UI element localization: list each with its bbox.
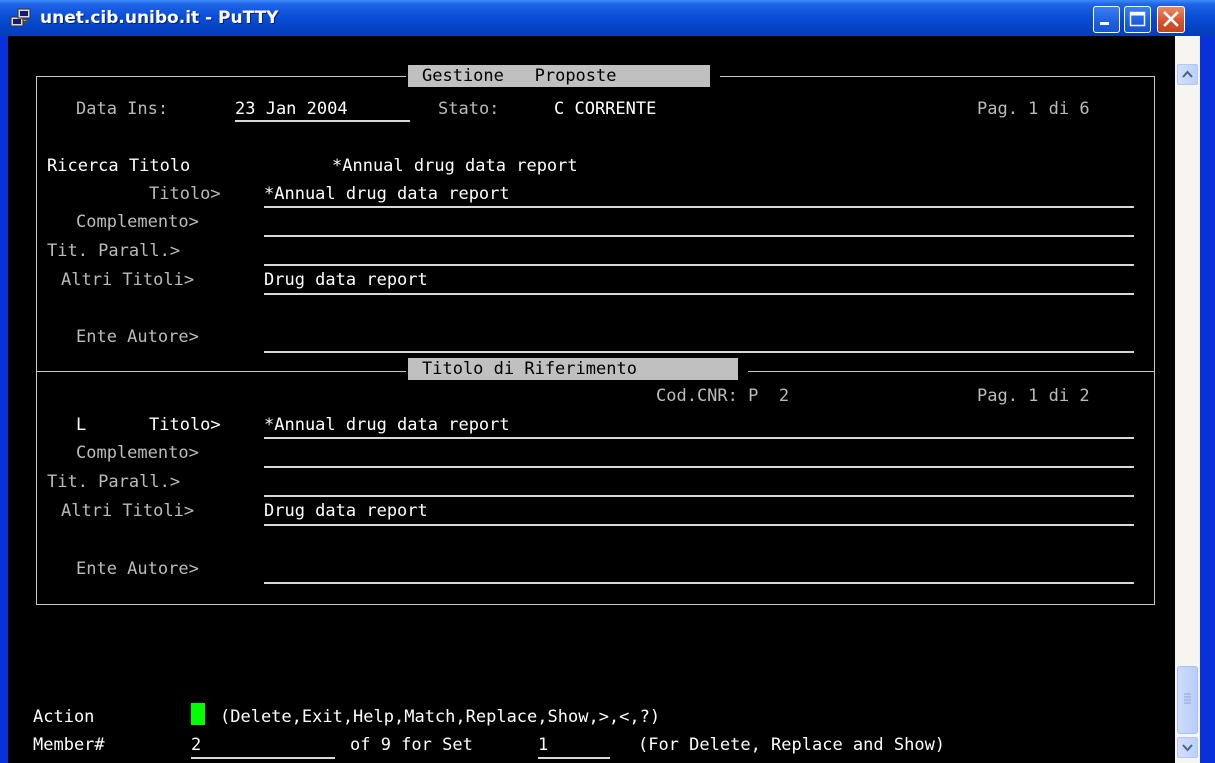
complemento-underline-2 xyxy=(264,466,1134,468)
putty-app-icon[interactable] xyxy=(10,7,32,29)
chevron-up-icon xyxy=(1182,70,1193,78)
frame-bottom xyxy=(36,604,1155,605)
tit-parall-underline-2 xyxy=(264,495,1134,497)
vertical-scrollbar[interactable] xyxy=(1175,36,1200,763)
altri-titoli-underline-1 xyxy=(264,293,1134,295)
text-cursor[interactable] xyxy=(191,703,205,725)
minimize-icon xyxy=(1100,22,1109,25)
titolo-field-1[interactable]: *Annual drug data report xyxy=(264,183,510,205)
member-underline xyxy=(191,757,335,759)
close-icon xyxy=(1163,11,1179,27)
maximize-button[interactable] xyxy=(1124,6,1151,33)
of-set-text: of 9 for Set xyxy=(350,735,473,755)
ente-autore-label-1: Ente Autore> xyxy=(76,327,199,347)
stato-value: C CORRENTE xyxy=(554,99,657,119)
altri-titoli-label-1: Altri Titoli> xyxy=(61,270,195,290)
member-label: Member# xyxy=(33,735,105,755)
frame-mid-right xyxy=(748,371,1154,372)
ente-autore-underline-1 xyxy=(264,351,1134,353)
window-title: unet.cib.unibo.it - PuTTY xyxy=(40,8,279,28)
section-header-gestione: Gestione Proposte xyxy=(408,65,710,87)
frame-top-right xyxy=(720,76,1154,77)
action-options: (Delete,Exit,Help,Match,Replace,Show,>,<… xyxy=(220,707,661,727)
delete-replace-hint: (For Delete, Replace and Show) xyxy=(638,735,946,755)
data-ins-label: Data Ins: xyxy=(76,99,169,119)
cod-cnr: Cod.CNR: P 2 xyxy=(656,386,790,406)
scroll-down-button[interactable] xyxy=(1177,737,1198,758)
tit-parall-underline-1 xyxy=(264,264,1134,266)
ente-autore-underline-2 xyxy=(264,582,1134,584)
window-right-border xyxy=(1200,36,1215,763)
section-header-titolo-riferimento: Titolo di Riferimento xyxy=(408,358,738,380)
scroll-thumb[interactable] xyxy=(1177,666,1198,734)
header-text-proposte: Proposte xyxy=(534,66,617,86)
set-field[interactable]: 1 xyxy=(538,734,548,756)
minimize-button[interactable] xyxy=(1093,6,1120,33)
terminal-screen[interactable]: Gestione Proposte Data Ins: 23 Jan 2004 … xyxy=(8,36,1175,763)
l-marker: L xyxy=(76,415,87,435)
altri-titoli-label-2: Altri Titoli> xyxy=(61,501,195,521)
altri-titoli-underline-2 xyxy=(264,524,1134,526)
frame-top-left xyxy=(36,76,406,77)
title-bar[interactable]: unet.cib.unibo.it - PuTTY xyxy=(0,0,1215,36)
member-field[interactable]: 2 xyxy=(191,734,201,756)
data-ins-underline xyxy=(235,120,410,122)
action-label: Action xyxy=(33,707,95,727)
maximize-icon xyxy=(1129,11,1146,27)
grip-icon xyxy=(1184,693,1191,704)
ricerca-titolo-label: Ricerca Titolo xyxy=(47,156,191,176)
tit-parall-label-2: Tit. Parall.> xyxy=(47,472,181,492)
close-button[interactable] xyxy=(1157,6,1185,33)
frame-right xyxy=(1154,76,1155,604)
titolo-label-1: Titolo> xyxy=(149,184,221,204)
ricerca-titolo-value: *Annual drug data report xyxy=(332,156,578,176)
chevron-down-icon xyxy=(1182,744,1193,752)
complemento-underline-1 xyxy=(264,235,1134,237)
ente-autore-label-2: Ente Autore> xyxy=(76,559,199,579)
stato-label: Stato: xyxy=(438,99,500,119)
frame-mid-left xyxy=(36,371,406,372)
data-ins-value[interactable]: 23 Jan 2004 xyxy=(235,98,348,120)
page-indicator-1: Pag. 1 di 6 xyxy=(977,99,1090,119)
tit-parall-label-1: Tit. Parall.> xyxy=(47,241,181,261)
putty-window: unet.cib.unibo.it - PuTTY Gestione Propo… xyxy=(0,0,1215,763)
frame-left xyxy=(36,76,37,604)
scroll-up-button[interactable] xyxy=(1177,64,1198,85)
set-underline xyxy=(538,757,610,759)
titolo-underline-2 xyxy=(264,437,1134,439)
header-text-gestione: Gestione xyxy=(422,66,504,86)
complemento-label-1: Complemento> xyxy=(76,212,199,232)
titolo-underline-1 xyxy=(264,206,1134,208)
altri-titoli-field-2[interactable]: Drug data report xyxy=(264,500,428,522)
complemento-label-2: Complemento> xyxy=(76,443,199,463)
titolo-label-2: Titolo> xyxy=(149,415,221,435)
altri-titoli-field-1[interactable]: Drug data report xyxy=(264,269,428,291)
titolo-field-2[interactable]: *Annual drug data report xyxy=(264,414,510,436)
page-indicator-2: Pag. 1 di 2 xyxy=(977,386,1090,406)
